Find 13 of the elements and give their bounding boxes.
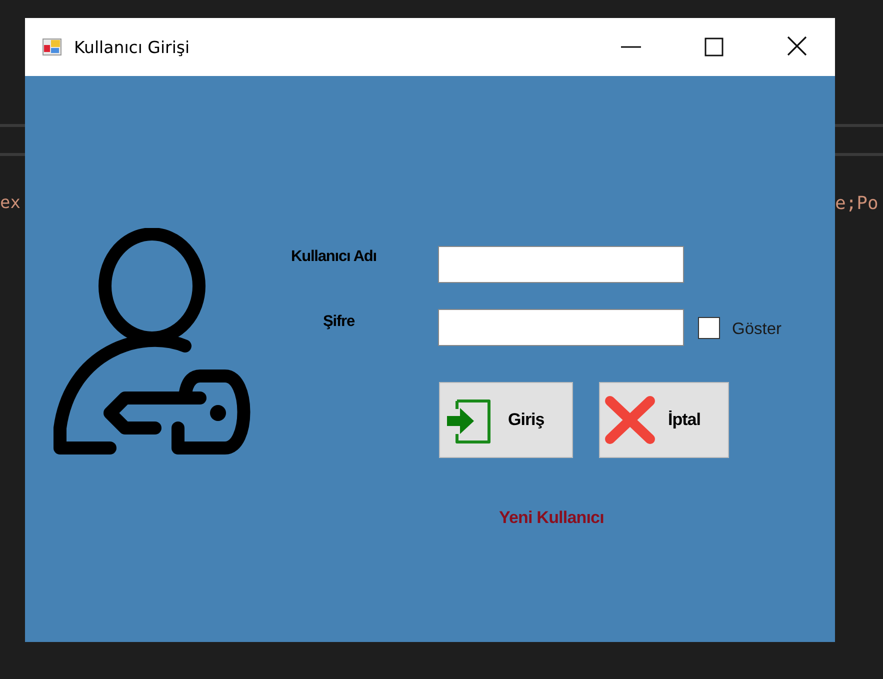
login-button[interactable]: Giriş	[439, 382, 573, 458]
field-label: Kullanıcı Adı	[291, 248, 378, 266]
show-checkbox[interactable]	[698, 316, 720, 338]
field-label: Şifre	[322, 313, 356, 331]
cancel-button[interactable]: İptal	[599, 382, 729, 458]
checkbox-label: Göster	[732, 320, 782, 338]
password-field[interactable]	[438, 309, 684, 346]
code-text: e;Po	[835, 193, 878, 214]
app-icon	[42, 37, 62, 57]
cross-icon	[604, 395, 656, 445]
username-field[interactable]	[438, 246, 684, 283]
code-text: ex	[0, 193, 20, 213]
window-title: Kullanıcı Girişi	[74, 38, 190, 56]
